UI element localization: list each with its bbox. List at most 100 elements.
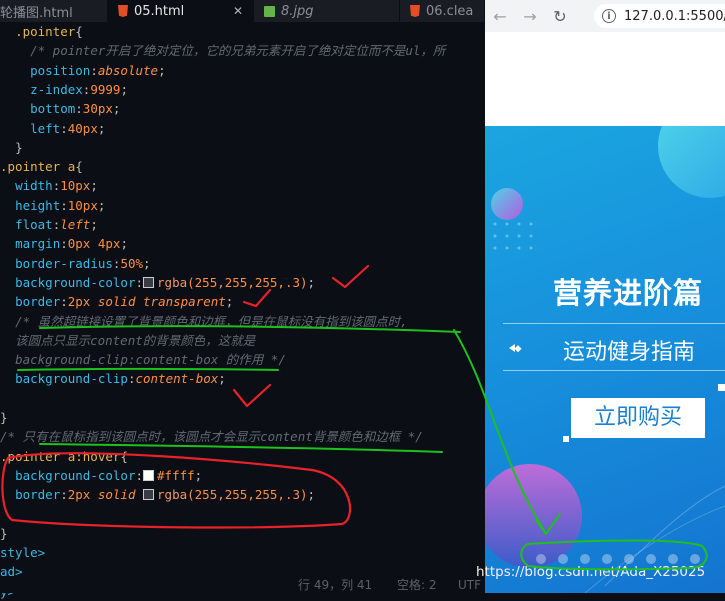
tab-8-jpg[interactable]: 8.jpg bbox=[254, 0, 400, 22]
code-line: width:10px; bbox=[0, 176, 98, 195]
code-token: background-color bbox=[15, 467, 136, 483]
cursor-position[interactable]: 行 49，列 41 bbox=[298, 578, 372, 593]
code-token: solid transparent bbox=[97, 294, 226, 310]
carousel-dot[interactable] bbox=[558, 554, 568, 564]
code-token: ; bbox=[307, 487, 316, 503]
code-line: .pointer a:hover{ bbox=[0, 447, 128, 466]
code-token: 2px bbox=[67, 487, 98, 503]
carousel-dot[interactable] bbox=[668, 554, 678, 564]
code-line: } bbox=[0, 138, 23, 157]
code-token: 9999 bbox=[90, 81, 121, 97]
carousel-dot[interactable] bbox=[624, 554, 634, 564]
code-token: .pointer bbox=[15, 24, 76, 39]
tab-lunbotu[interactable]: 轮播图.html bbox=[0, 0, 108, 22]
code-line: 该圆点只显示content的背景颜色，这就是 bbox=[0, 331, 255, 350]
code-token: 10px bbox=[60, 178, 91, 194]
color-swatch[interactable] bbox=[143, 469, 155, 481]
code-token: position bbox=[30, 62, 91, 78]
code-line: float:left; bbox=[0, 215, 98, 234]
code-token: ; bbox=[97, 120, 106, 136]
code-token: : bbox=[60, 236, 68, 252]
code-token: rgba bbox=[157, 274, 188, 290]
code-token: 40px bbox=[67, 120, 98, 136]
carousel-dot[interactable] bbox=[602, 554, 612, 564]
code-token: 2px bbox=[67, 294, 98, 310]
code-token: ; bbox=[225, 294, 234, 310]
buy-now-button[interactable]: 立即购买 bbox=[571, 398, 705, 438]
code-token: ; bbox=[307, 274, 316, 290]
carousel-dot[interactable] bbox=[690, 554, 700, 564]
code-token: ; bbox=[112, 101, 121, 117]
status-bar: 行 49，列 41 空格: 2 UTF bbox=[0, 578, 485, 593]
code-line: bottom:30px; bbox=[0, 99, 120, 118]
code-token: ; bbox=[97, 197, 106, 213]
code-token: height bbox=[15, 197, 61, 213]
code-line: } bbox=[0, 524, 8, 543]
code-token: : bbox=[135, 274, 144, 290]
code-line: .pointer a{ bbox=[0, 157, 83, 176]
carousel-dot[interactable] bbox=[536, 554, 546, 564]
code-line: .pointer{ bbox=[0, 22, 83, 41]
code-line: border-radius:50%; bbox=[0, 254, 150, 273]
back-button[interactable]: ← bbox=[485, 7, 515, 26]
color-swatch[interactable] bbox=[143, 489, 155, 501]
banner-subtitle: 运动健身指南 bbox=[563, 340, 696, 365]
code-token: /* 只有在鼠标指到该圆点时，该圆点才会显示content背景颜色和边框 */ bbox=[0, 429, 423, 445]
code-token: absolute bbox=[97, 62, 159, 78]
code-token: 30px bbox=[82, 101, 113, 117]
tab-05-html[interactable]: 05.html ✕ bbox=[108, 0, 254, 22]
code-line: /* 虽然超链接设置了背景颜色和边框，但是在鼠标没有指到该圆点时, bbox=[0, 312, 408, 331]
carousel-dot[interactable] bbox=[646, 554, 656, 564]
tab-label: 05.html bbox=[134, 3, 185, 19]
code-token: ; bbox=[218, 371, 226, 387]
encoding[interactable]: UTF bbox=[458, 578, 481, 593]
code-token: } bbox=[15, 139, 23, 155]
code-line: /* 只有在鼠标指到该圆点时，该圆点才会显示content背景颜色和边框 */ bbox=[0, 427, 423, 446]
code-token: 0px 4px bbox=[67, 236, 121, 252]
code-token: left bbox=[30, 120, 61, 136]
carousel-dot[interactable] bbox=[580, 554, 590, 564]
code-token: .pointer a bbox=[0, 159, 76, 175]
code-token: .pointer a:hover bbox=[0, 448, 121, 464]
color-swatch[interactable] bbox=[143, 276, 155, 288]
code-line: background-color: #ffff; bbox=[0, 466, 202, 485]
forward-button[interactable]: → bbox=[515, 7, 545, 26]
address-bar[interactable]: i 127.0.0.1:5500/ bbox=[594, 4, 725, 28]
html5-icon bbox=[410, 5, 420, 17]
divider bbox=[503, 323, 725, 324]
code-editor[interactable]: .pointer{ /* pointer开启了绝对定位，它的兄弟元素开启了绝对定… bbox=[0, 22, 485, 599]
info-icon[interactable]: i bbox=[602, 9, 616, 23]
code-token: float bbox=[15, 217, 53, 232]
code-token: solid bbox=[97, 487, 144, 503]
carousel-banner: 营养进阶篇 运动健身指南 立即购买 bbox=[485, 126, 725, 593]
code-token: rgba bbox=[157, 487, 188, 503]
browser-window: ← → ↻ i 127.0.0.1:5500/ 营养进阶篇 运动健身指南 立即购… bbox=[485, 0, 725, 593]
code-token: border bbox=[15, 294, 61, 310]
tab-06-clea[interactable]: 06.clea bbox=[400, 0, 485, 22]
editor-tab-bar: 轮播图.html 05.html ✕ 8.jpg 06.clea bbox=[0, 0, 485, 22]
code-token: ; bbox=[90, 217, 98, 232]
html5-icon bbox=[118, 5, 128, 17]
code-token: margin bbox=[15, 236, 61, 252]
close-icon[interactable]: ✕ bbox=[233, 4, 243, 18]
code-token: { bbox=[75, 24, 83, 39]
tab-label: 轮播图.html bbox=[0, 5, 73, 21]
code-token: bottom bbox=[30, 101, 76, 117]
code-token: } bbox=[0, 525, 8, 541]
code-token: ; bbox=[194, 467, 203, 483]
divider bbox=[503, 370, 725, 371]
indent-setting[interactable]: 空格: 2 bbox=[397, 578, 437, 593]
code-token: ; bbox=[120, 236, 128, 252]
reload-button[interactable]: ↻ bbox=[545, 7, 575, 26]
tab-label: 06.clea bbox=[426, 3, 474, 19]
code-token: /* pointer开启了绝对定位，它的兄弟元素开启了绝对定位而不是ul，所 bbox=[30, 43, 446, 59]
code-line: /* pointer开启了绝对定位，它的兄弟元素开启了绝对定位而不是ul，所 bbox=[0, 41, 445, 60]
